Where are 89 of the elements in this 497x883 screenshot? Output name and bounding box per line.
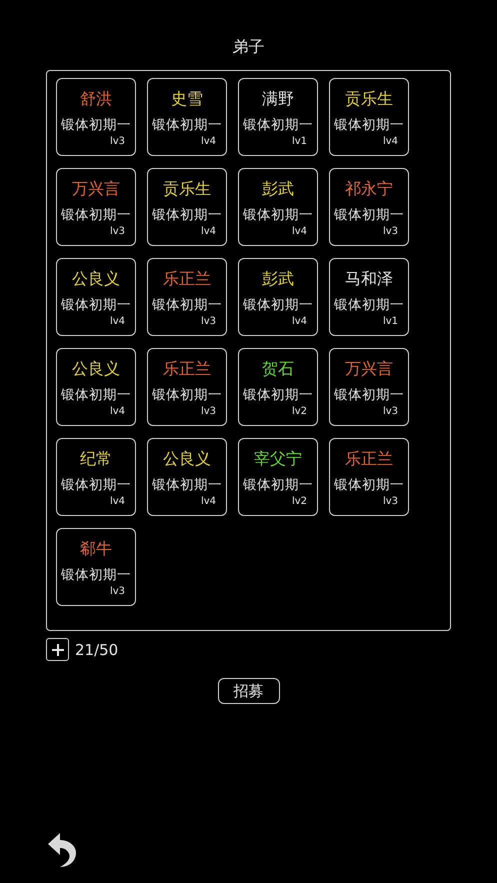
disciple-rank: 锻体初期一: [243, 297, 313, 313]
disciple-name: 史雪: [171, 89, 203, 109]
disciple-level: lv4: [292, 226, 307, 238]
page-title: 弟子: [232, 37, 266, 57]
disciple-rank: 锻体初期一: [334, 387, 404, 403]
disciple-rank: 锻体初期一: [61, 117, 131, 133]
disciple-card[interactable]: 万兴言 锻体初期一 lv3: [329, 348, 409, 426]
disciple-card[interactable]: 公良义 锻体初期一 lv4: [56, 258, 136, 336]
disciple-card[interactable]: 满野 锻体初期一 lv1: [238, 78, 318, 156]
disciple-card[interactable]: 彭武 锻体初期一 lv4: [238, 258, 318, 336]
disciple-level: lv3: [110, 136, 125, 148]
plus-icon: [50, 642, 64, 656]
disciple-rank: 锻体初期一: [334, 117, 404, 133]
disciple-name: 乐正兰: [163, 269, 211, 289]
disciple-name: 郗牛: [80, 539, 112, 559]
capacity-count: 21/50: [75, 640, 118, 658]
disciple-level: lv3: [200, 406, 216, 418]
disciple-name: 彭武: [262, 179, 294, 199]
disciple-level: lv2: [292, 496, 307, 508]
disciple-level: lv1: [292, 136, 307, 148]
disciple-level: lv1: [382, 316, 398, 328]
disciple-name: 公良义: [163, 449, 211, 469]
disciple-card[interactable]: 祁永宁 锻体初期一 lv3: [329, 168, 409, 246]
disciple-name: 公良义: [72, 269, 120, 289]
disciple-level: lv3: [382, 226, 398, 238]
disciple-rank: 锻体初期一: [152, 117, 222, 133]
disciple-name: 彭武: [262, 269, 294, 289]
disciple-card[interactable]: 贺石 锻体初期一 lv2: [238, 348, 318, 426]
disciple-level: lv3: [382, 406, 398, 418]
disciple-level: lv4: [382, 136, 398, 148]
disciple-level: lv3: [200, 316, 216, 328]
disciple-rank: 锻体初期一: [61, 387, 131, 403]
disciple-rank: 锻体初期一: [152, 477, 222, 493]
disciple-rank: 锻体初期一: [243, 207, 313, 223]
disciple-level: lv3: [110, 586, 125, 598]
disciple-card[interactable]: 公良义 锻体初期一 lv4: [147, 438, 227, 516]
disciple-name: 万兴言: [345, 359, 393, 379]
disciple-card[interactable]: 舒洪 锻体初期一 lv3: [56, 78, 136, 156]
disciple-rank: 锻体初期一: [61, 297, 131, 313]
disciple-card[interactable]: 宰父宁 锻体初期一 lv2: [238, 438, 318, 516]
disciple-rank: 锻体初期一: [243, 387, 313, 403]
recruit-button[interactable]: 招募: [218, 678, 280, 704]
disciple-level: lv4: [110, 316, 125, 328]
disciple-rank: 锻体初期一: [61, 477, 131, 493]
disciple-name: 纪常: [80, 449, 112, 469]
disciple-level: lv4: [110, 406, 125, 418]
add-button[interactable]: [46, 638, 69, 661]
disciple-rank: 锻体初期一: [152, 207, 222, 223]
disciple-card[interactable]: 公良义 锻体初期一 lv4: [56, 348, 136, 426]
disciple-card[interactable]: 乐正兰 锻体初期一 lv3: [329, 438, 409, 516]
disciple-name: 马和泽: [345, 269, 393, 289]
disciple-card[interactable]: 史雪 锻体初期一 lv4: [147, 78, 227, 156]
disciple-level: lv3: [382, 496, 398, 508]
disciple-name: 万兴言: [72, 179, 120, 199]
disciple-name: 贺石: [262, 359, 294, 379]
disciple-name: 贡乐生: [345, 89, 393, 109]
disciple-name: 祁永宁: [345, 179, 393, 199]
disciple-name: 乐正兰: [163, 359, 211, 379]
disciple-name: 宰父宁: [254, 449, 302, 469]
disciple-name: 贡乐生: [163, 179, 211, 199]
disciple-level: lv2: [292, 406, 307, 418]
disciple-card[interactable]: 乐正兰 锻体初期一 lv3: [147, 258, 227, 336]
disciple-card[interactable]: 郗牛 锻体初期一 lv3: [56, 528, 136, 606]
disciple-card[interactable]: 彭武 锻体初期一 lv4: [238, 168, 318, 246]
disciple-rank: 锻体初期一: [243, 117, 313, 133]
disciple-card[interactable]: 马和泽 锻体初期一 lv1: [329, 258, 409, 336]
disciple-card[interactable]: 乐正兰 锻体初期一 lv3: [147, 348, 227, 426]
disciple-level: lv4: [200, 226, 216, 238]
disciple-name: 乐正兰: [345, 449, 393, 469]
disciple-level: lv4: [292, 316, 307, 328]
disciple-rank: 锻体初期一: [334, 207, 404, 223]
disciple-rank: 锻体初期一: [152, 297, 222, 313]
disciple-card[interactable]: 万兴言 锻体初期一 lv3: [56, 168, 136, 246]
disciple-rank: 锻体初期一: [61, 207, 131, 223]
disciple-rank: 锻体初期一: [334, 477, 404, 493]
disciple-card[interactable]: 贡乐生 锻体初期一 lv4: [147, 168, 227, 246]
disciple-card[interactable]: 贡乐生 锻体初期一 lv4: [329, 78, 409, 156]
disciple-rank: 锻体初期一: [334, 297, 404, 313]
disciple-rank: 锻体初期一: [243, 477, 313, 493]
disciple-name: 公良义: [72, 359, 120, 379]
disciple-name: 满野: [262, 89, 294, 109]
disciple-card[interactable]: 纪常 锻体初期一 lv4: [56, 438, 136, 516]
disciple-rank: 锻体初期一: [61, 567, 131, 583]
disciple-level: lv4: [200, 136, 216, 148]
disciple-rank: 锻体初期一: [152, 387, 222, 403]
disciple-level: lv4: [110, 496, 125, 508]
disciple-level: lv4: [200, 496, 216, 508]
disciple-level: lv3: [110, 226, 125, 238]
disciple-name: 舒洪: [80, 89, 112, 109]
